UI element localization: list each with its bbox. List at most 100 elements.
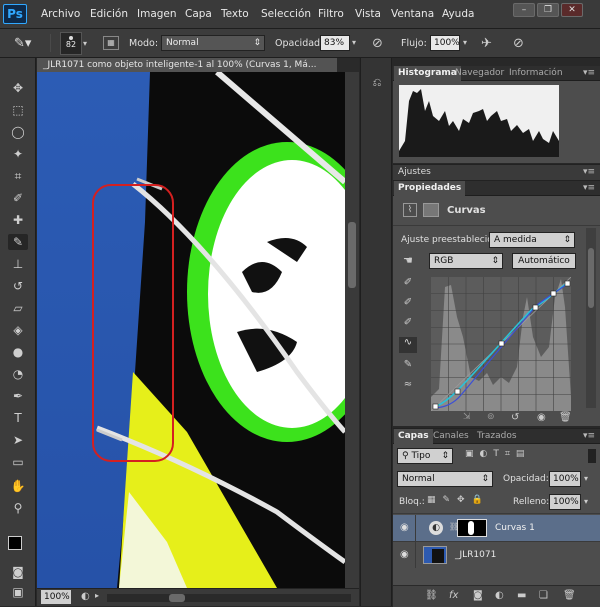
properties-scrollbar[interactable] <box>586 228 596 408</box>
menu-filtro[interactable]: Filtro <box>318 8 344 20</box>
chevron-down-icon[interactable]: ▾ <box>352 38 356 47</box>
view-previous-state-icon[interactable]: ⊚ <box>487 412 495 422</box>
blend-mode-select[interactable]: Normal ⇕ <box>397 471 493 487</box>
chevron-down-icon[interactable]: ▾ <box>584 474 588 483</box>
crop-tool-icon[interactable]: ⌗ <box>8 168 28 184</box>
adjustment-layer-add-icon[interactable]: ◐ <box>495 590 504 601</box>
menu-ventana[interactable]: Ventana <box>391 8 434 20</box>
layer-name[interactable]: _JLR1071 <box>455 550 496 560</box>
pressure-size-icon[interactable]: ⊘ <box>513 36 531 52</box>
pencil-curve-icon[interactable]: ✎ <box>401 359 415 370</box>
brush-size-picker[interactable]: 82 <box>60 32 82 55</box>
tab-trazados[interactable]: Trazados <box>473 429 521 444</box>
menu-imagen[interactable]: Imagen <box>137 8 177 20</box>
trash-icon[interactable]: 🗑 <box>563 590 576 601</box>
layer-name[interactable]: Curvas 1 <box>495 523 535 533</box>
hand-tool-icon[interactable]: ✋ <box>8 478 28 494</box>
menu-capa[interactable]: Capa <box>185 8 212 20</box>
restore-icon[interactable]: ❐ <box>537 3 559 17</box>
dodge-tool-icon[interactable]: ◔ <box>8 366 28 382</box>
tab-ajustes[interactable]: Ajustes <box>394 165 435 180</box>
layer-row-curvas[interactable]: ◉ ◐ ⛓ Curvas 1 <box>393 515 600 541</box>
chevron-down-icon[interactable]: ▾ <box>463 38 467 47</box>
blur-tool-icon[interactable]: ● <box>8 344 28 360</box>
zoom-tool-icon[interactable]: ⚲ <box>8 500 28 516</box>
menu-seleccion[interactable]: Selección <box>261 8 311 20</box>
menu-archivo[interactable]: Archivo <box>41 8 80 20</box>
layer-opacity-input[interactable]: 100% <box>549 471 581 487</box>
magic-wand-tool-icon[interactable]: ✦ <box>8 146 28 162</box>
chevron-down-icon[interactable]: ▾ <box>584 497 588 506</box>
airbrush-icon[interactable]: ✈ <box>481 36 499 52</box>
chevron-down-icon[interactable]: ▾ <box>83 39 87 48</box>
preset-select[interactable]: A medida ⇕ <box>489 232 575 248</box>
opacity-input[interactable]: 83% <box>320 35 350 51</box>
visibility-eye-icon[interactable]: ◉ <box>537 412 546 423</box>
smooth-curve-icon[interactable]: ≈ <box>401 379 415 390</box>
panel-menu-icon[interactable]: ▾≡ <box>583 183 595 193</box>
history-brush-tool-icon[interactable]: ↺ <box>8 278 28 294</box>
lasso-tool-icon[interactable]: ◯ <box>8 124 28 140</box>
visibility-eye-icon[interactable]: ◉ <box>400 549 409 560</box>
channel-select[interactable]: RGB ⇕ <box>429 253 503 269</box>
filter-toggle[interactable] <box>588 449 596 463</box>
layer-style-icon[interactable]: fx <box>449 590 458 601</box>
mask-icon[interactable] <box>423 203 439 217</box>
trash-icon[interactable]: 🗑 <box>559 412 572 423</box>
hscroll-thumb[interactable] <box>169 594 185 602</box>
minimize-icon[interactable]: – <box>513 3 535 17</box>
layer-filter-icons[interactable]: ▣◐T⌗▤ <box>465 449 585 463</box>
group-folder-icon[interactable]: ▬ <box>517 590 526 601</box>
menu-texto[interactable]: Texto <box>221 8 249 20</box>
layer-mask-thumbnail[interactable] <box>457 519 487 537</box>
flow-input[interactable]: 100% <box>430 35 460 51</box>
scroll-thumb[interactable] <box>588 248 594 308</box>
fill-input[interactable]: 100% <box>549 494 581 510</box>
brush-tool-icon[interactable]: ✎ <box>8 234 28 250</box>
tab-capas[interactable]: Capas <box>394 429 433 444</box>
brush-panel-toggle-icon[interactable]: ▦ <box>103 36 119 50</box>
paint-bucket-tool-icon[interactable]: ◈ <box>8 322 28 338</box>
document-canvas[interactable] <box>37 72 345 588</box>
layer-row-base[interactable]: ◉ _JLR1071 <box>393 541 600 568</box>
status-info-icon[interactable]: ◐ <box>81 591 90 602</box>
vertical-scrollbar[interactable] <box>345 72 359 588</box>
scroll-thumb[interactable] <box>348 222 356 288</box>
mode-select[interactable]: Normal ⇕ <box>161 35 265 51</box>
close-icon[interactable]: ✕ <box>561 3 583 17</box>
marquee-tool-icon[interactable]: ⬚ <box>8 102 28 118</box>
eraser-tool-icon[interactable]: ▱ <box>8 300 28 316</box>
lock-options-icons[interactable]: ▦✎✥🔒 <box>427 495 497 509</box>
tab-canales[interactable]: Canales <box>429 429 473 444</box>
layer-thumbnail[interactable] <box>423 546 447 564</box>
clip-to-layer-icon[interactable]: ⇲ <box>463 412 473 422</box>
pen-tool-icon[interactable]: ✒ <box>8 388 28 404</box>
add-mask-icon[interactable]: ◙ <box>473 590 483 601</box>
menu-edicion[interactable]: Edición <box>90 8 128 20</box>
curve-point-tool-icon[interactable]: ∿ <box>399 337 417 353</box>
tab-informacion[interactable]: Información <box>505 66 567 81</box>
eyedropper-tool-icon[interactable]: ✐ <box>8 190 28 206</box>
horizontal-scrollbar[interactable] <box>107 594 351 602</box>
foreground-color-swatch[interactable] <box>8 536 22 550</box>
white-point-eyedropper-icon[interactable]: ✐ <box>401 317 415 328</box>
clone-stamp-tool-icon[interactable]: ⊥ <box>8 256 28 272</box>
gray-point-eyedropper-icon[interactable]: ✐ <box>401 297 415 308</box>
auto-button[interactable]: Automático <box>512 253 576 269</box>
zoom-level[interactable]: 100% <box>41 590 71 604</box>
path-selection-tool-icon[interactable]: ➤ <box>8 432 28 448</box>
new-layer-icon[interactable]: ❏ <box>539 590 548 601</box>
panel-menu-icon[interactable]: ▾≡ <box>583 431 595 441</box>
curves-graph[interactable] <box>431 277 571 411</box>
type-tool-icon[interactable]: T <box>8 410 28 426</box>
panel-menu-icon[interactable]: ▾≡ <box>583 167 595 177</box>
move-tool-icon[interactable]: ✥ <box>8 80 28 96</box>
menu-ayuda[interactable]: Ayuda <box>442 8 474 20</box>
chevron-right-icon[interactable]: ▸ <box>95 591 99 600</box>
panel-menu-icon[interactable]: ▾≡ <box>583 68 595 78</box>
tab-propiedades[interactable]: Propiedades <box>394 181 466 196</box>
reset-icon[interactable]: ↺ <box>511 412 519 423</box>
quick-mask-icon[interactable]: ◙ <box>8 564 28 580</box>
healing-brush-tool-icon[interactable]: ✚ <box>8 212 28 228</box>
history-panel-icon[interactable]: ⎌ <box>369 76 385 92</box>
